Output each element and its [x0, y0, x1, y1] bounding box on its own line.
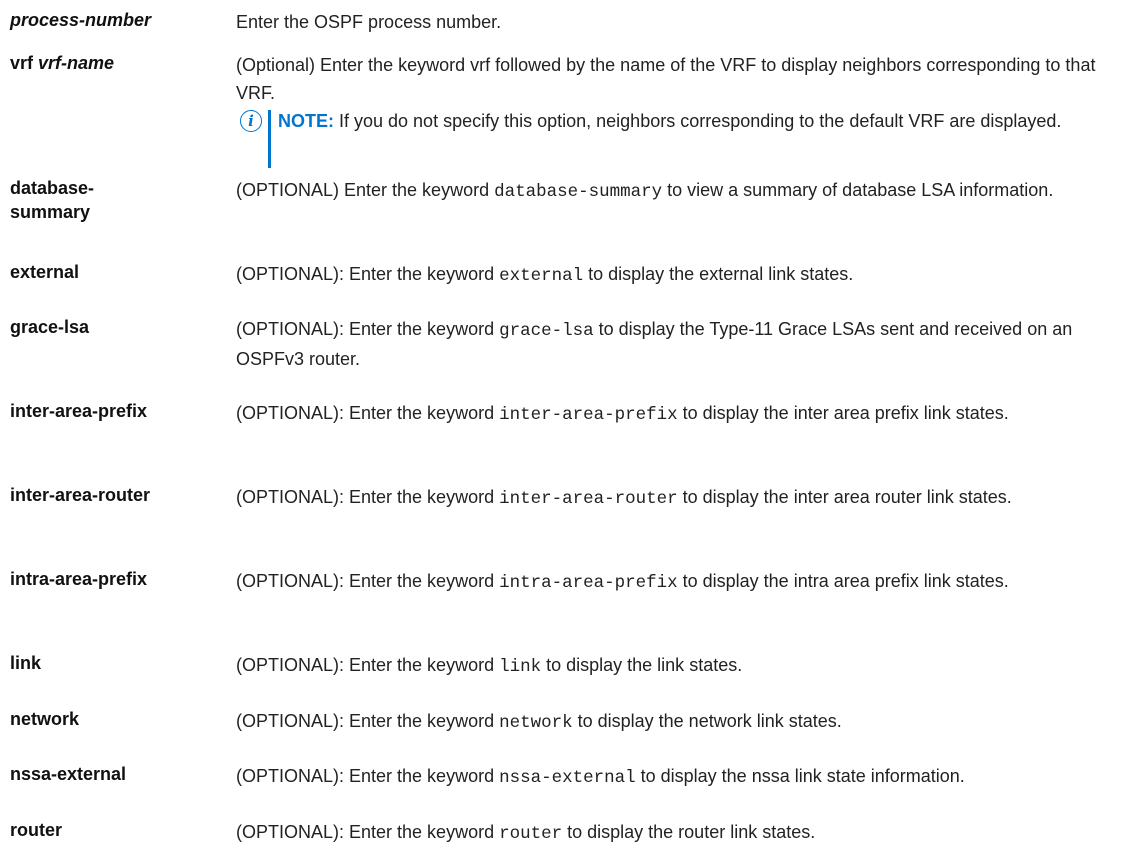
- desc-keyword: external: [499, 266, 584, 286]
- desc-keyword: database-summary: [494, 182, 663, 202]
- param-description: (Optional) Enter the keyword vrf followe…: [236, 51, 1116, 168]
- param-term: external: [10, 262, 80, 282]
- param-description: (OPTIONAL): Enter the keyword network to…: [236, 707, 1116, 737]
- param-term: intra-area-prefix: [10, 569, 148, 589]
- desc-text: to display the router link states.: [562, 822, 816, 842]
- param-term: vrf vrf-name: [10, 51, 230, 75]
- param-description: (OPTIONAL): Enter the keyword inter-area…: [236, 399, 1116, 429]
- param-argument: vrf-name: [38, 53, 115, 73]
- param-description: (OPTIONAL) Enter the keyword database-su…: [236, 176, 1116, 206]
- param-term: grace-lsa: [10, 317, 90, 337]
- param-term: network: [10, 709, 80, 729]
- desc-keyword: inter-area-router: [499, 489, 678, 509]
- param-term: inter-area-router: [10, 485, 151, 505]
- param-description-text: (Optional) Enter the keyword vrf followe…: [236, 55, 1096, 103]
- desc-text: (OPTIONAL): Enter the keyword: [236, 319, 500, 339]
- param-term: database-summary: [10, 178, 95, 222]
- desc-text: to view a summary of database LSA inform…: [662, 180, 1054, 200]
- param-description: (OPTIONAL): Enter the keyword inter-area…: [236, 483, 1116, 513]
- desc-keyword: grace-lsa: [499, 321, 594, 341]
- note-text: If you do not specify this option, neigh…: [334, 111, 1062, 131]
- desc-text: to display the inter area router link st…: [677, 487, 1012, 507]
- info-icon: i: [240, 110, 262, 132]
- desc-text: (OPTIONAL): Enter the keyword: [236, 264, 500, 284]
- desc-text: (OPTIONAL): Enter the keyword: [236, 487, 500, 507]
- parameter-table: process-number Enter the OSPF process nu…: [0, 0, 1122, 846]
- param-keyword: vrf: [10, 53, 34, 73]
- param-description: (OPTIONAL): Enter the keyword link to di…: [236, 651, 1116, 681]
- desc-text: to display the network link states.: [572, 711, 842, 731]
- param-description: (OPTIONAL): Enter the keyword external t…: [236, 260, 1116, 290]
- desc-text: (OPTIONAL): Enter the keyword: [236, 571, 500, 591]
- desc-text: to display the external link states.: [583, 264, 854, 284]
- note-bar: [268, 110, 271, 168]
- param-argument: process-number: [10, 10, 152, 30]
- desc-keyword: link: [499, 657, 542, 677]
- note-label: NOTE:: [278, 111, 334, 131]
- desc-keyword: router: [499, 824, 563, 844]
- param-description: Enter the OSPF process number.: [236, 12, 502, 32]
- desc-text: (OPTIONAL): Enter the keyword: [236, 655, 500, 675]
- desc-text: (OPTIONAL) Enter the keyword: [236, 180, 495, 200]
- desc-keyword: network: [499, 713, 573, 733]
- note-callout: i NOTE: If you do not specify this optio…: [236, 107, 1116, 168]
- desc-text: (OPTIONAL): Enter the keyword: [236, 822, 500, 842]
- param-description: (OPTIONAL): Enter the keyword intra-area…: [236, 567, 1116, 597]
- desc-text: to display the inter area prefix link st…: [677, 403, 1009, 423]
- param-term: router: [10, 820, 63, 840]
- param-term: nssa-external: [10, 764, 127, 784]
- desc-keyword: nssa-external: [499, 768, 636, 788]
- param-term: inter-area-prefix: [10, 401, 148, 421]
- desc-text: (OPTIONAL): Enter the keyword: [236, 766, 500, 786]
- desc-keyword: intra-area-prefix: [499, 573, 678, 593]
- desc-keyword: inter-area-prefix: [499, 405, 678, 425]
- param-description: (OPTIONAL): Enter the keyword router to …: [236, 818, 1116, 848]
- desc-text: to display the intra area prefix link st…: [677, 571, 1009, 591]
- desc-text: (OPTIONAL): Enter the keyword: [236, 711, 500, 731]
- param-term: link: [10, 653, 42, 673]
- desc-text: to display the link states.: [541, 655, 743, 675]
- desc-text: (OPTIONAL): Enter the keyword: [236, 403, 500, 423]
- desc-text: to display the nssa link state informati…: [635, 766, 965, 786]
- param-description: (OPTIONAL): Enter the keyword nssa-exter…: [236, 762, 1116, 792]
- param-description: (OPTIONAL): Enter the keyword grace-lsa …: [236, 315, 1116, 373]
- param-term: process-number: [10, 8, 230, 32]
